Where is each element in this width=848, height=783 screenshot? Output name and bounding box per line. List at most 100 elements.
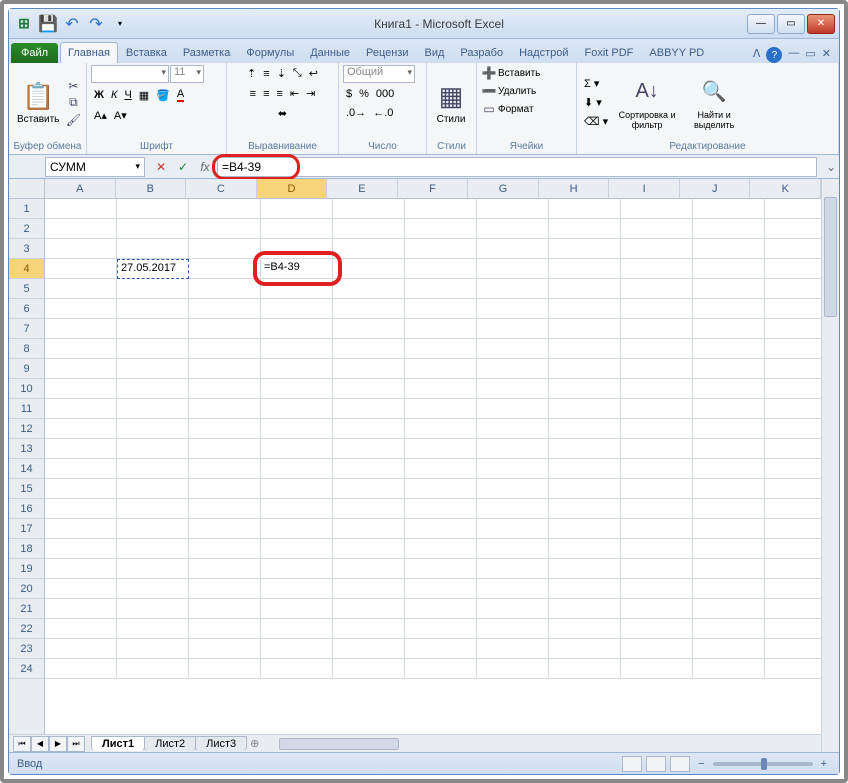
cell[interactable] xyxy=(189,379,261,399)
cell[interactable] xyxy=(189,539,261,559)
cell[interactable] xyxy=(333,299,405,319)
cell[interactable] xyxy=(189,419,261,439)
cell[interactable] xyxy=(477,399,549,419)
cell[interactable] xyxy=(621,599,693,619)
cell[interactable] xyxy=(117,519,189,539)
cell[interactable] xyxy=(621,399,693,419)
insert-cells-button[interactable]: ➕Вставить xyxy=(481,65,572,81)
cell[interactable] xyxy=(261,299,333,319)
cell[interactable] xyxy=(45,559,117,579)
cell[interactable] xyxy=(477,239,549,259)
cell[interactable] xyxy=(477,219,549,239)
row-header-15[interactable]: 15 xyxy=(9,479,44,499)
row-header-13[interactable]: 13 xyxy=(9,439,44,459)
cell-D4[interactable]: =B4-39 xyxy=(261,259,333,279)
cell[interactable] xyxy=(621,259,693,279)
zoom-in-button[interactable]: + xyxy=(817,758,831,770)
horizontal-scrollbar[interactable] xyxy=(279,737,821,751)
cell[interactable] xyxy=(549,239,621,259)
cell[interactable] xyxy=(693,359,765,379)
cell[interactable] xyxy=(693,519,765,539)
cell[interactable] xyxy=(621,359,693,379)
cell[interactable] xyxy=(477,539,549,559)
cell[interactable] xyxy=(117,399,189,419)
currency-icon[interactable]: $ xyxy=(343,86,355,102)
cell[interactable] xyxy=(549,559,621,579)
cell[interactable] xyxy=(117,219,189,239)
align-top-icon[interactable]: ⇡ xyxy=(244,65,259,82)
cell[interactable] xyxy=(333,379,405,399)
align-bottom-icon[interactable]: ⇣ xyxy=(274,65,289,82)
redo-icon[interactable]: ↷ xyxy=(85,13,107,35)
cell[interactable] xyxy=(477,379,549,399)
fill-icon[interactable]: ⬇ ▾ xyxy=(581,94,611,111)
cell[interactable] xyxy=(189,339,261,359)
cell[interactable] xyxy=(549,659,621,679)
cell[interactable] xyxy=(117,339,189,359)
cell[interactable] xyxy=(549,299,621,319)
bold-button[interactable]: Ж xyxy=(91,87,107,103)
zoom-slider-knob[interactable] xyxy=(761,758,767,770)
cell[interactable] xyxy=(693,239,765,259)
cell[interactable] xyxy=(621,479,693,499)
tab-formulas[interactable]: Формулы xyxy=(238,42,302,63)
cell[interactable] xyxy=(333,619,405,639)
find-select-button[interactable]: 🔍 Найти и выделить xyxy=(683,74,745,132)
wrap-text-icon[interactable]: ↩ xyxy=(306,65,321,82)
cell[interactable] xyxy=(45,299,117,319)
italic-button[interactable]: К xyxy=(108,87,120,103)
percent-icon[interactable]: % xyxy=(356,86,372,102)
comma-icon[interactable]: 000 xyxy=(373,86,397,102)
column-header-B[interactable]: B xyxy=(116,179,187,198)
cell[interactable] xyxy=(45,419,117,439)
cell[interactable] xyxy=(117,539,189,559)
row-header-5[interactable]: 5 xyxy=(9,279,44,299)
font-color-button[interactable]: A xyxy=(174,86,187,104)
cell[interactable] xyxy=(405,659,477,679)
cell[interactable] xyxy=(189,439,261,459)
cell[interactable] xyxy=(261,419,333,439)
cell[interactable] xyxy=(189,359,261,379)
cell[interactable] xyxy=(45,539,117,559)
cell[interactable] xyxy=(621,439,693,459)
cell[interactable] xyxy=(333,599,405,619)
cell[interactable] xyxy=(333,239,405,259)
cell[interactable] xyxy=(405,519,477,539)
cell[interactable] xyxy=(477,359,549,379)
file-tab[interactable]: Файл xyxy=(11,43,58,63)
delete-cells-button[interactable]: ➖Удалить xyxy=(481,83,572,99)
cell[interactable] xyxy=(45,339,117,359)
cell[interactable] xyxy=(549,219,621,239)
cell[interactable] xyxy=(45,499,117,519)
cell[interactable] xyxy=(45,459,117,479)
help-icon[interactable]: ? xyxy=(766,47,782,63)
cell[interactable] xyxy=(693,339,765,359)
cell[interactable] xyxy=(261,659,333,679)
maximize-button[interactable]: ▭ xyxy=(777,14,805,34)
cell[interactable] xyxy=(117,379,189,399)
cell[interactable] xyxy=(549,519,621,539)
cell[interactable] xyxy=(477,339,549,359)
tab-insert[interactable]: Вставка xyxy=(118,42,175,63)
cell[interactable] xyxy=(621,539,693,559)
column-header-F[interactable]: F xyxy=(398,179,469,198)
save-icon[interactable]: 💾 xyxy=(37,13,59,35)
cell[interactable] xyxy=(405,319,477,339)
cell[interactable] xyxy=(621,379,693,399)
tab-addins[interactable]: Надстрой xyxy=(511,42,576,63)
cell[interactable] xyxy=(621,579,693,599)
cell[interactable] xyxy=(549,259,621,279)
cell[interactable] xyxy=(45,519,117,539)
increase-font-icon[interactable]: A▴ xyxy=(91,107,110,124)
tab-abbyy[interactable]: ABBYY PD xyxy=(641,42,712,63)
cell[interactable] xyxy=(549,579,621,599)
cancel-formula-icon[interactable]: ✕ xyxy=(151,157,171,177)
cell[interactable] xyxy=(189,399,261,419)
vertical-scrollbar[interactable] xyxy=(821,179,839,752)
sheet-nav-prev-icon[interactable]: ◀ xyxy=(31,736,49,752)
name-box[interactable]: СУММ ▾ xyxy=(45,157,145,177)
cell[interactable] xyxy=(261,599,333,619)
cell[interactable] xyxy=(333,199,405,219)
worksheet-grid[interactable]: ABCDEFGHIJK 1234567891011121314151617181… xyxy=(9,179,839,752)
cell[interactable] xyxy=(117,459,189,479)
